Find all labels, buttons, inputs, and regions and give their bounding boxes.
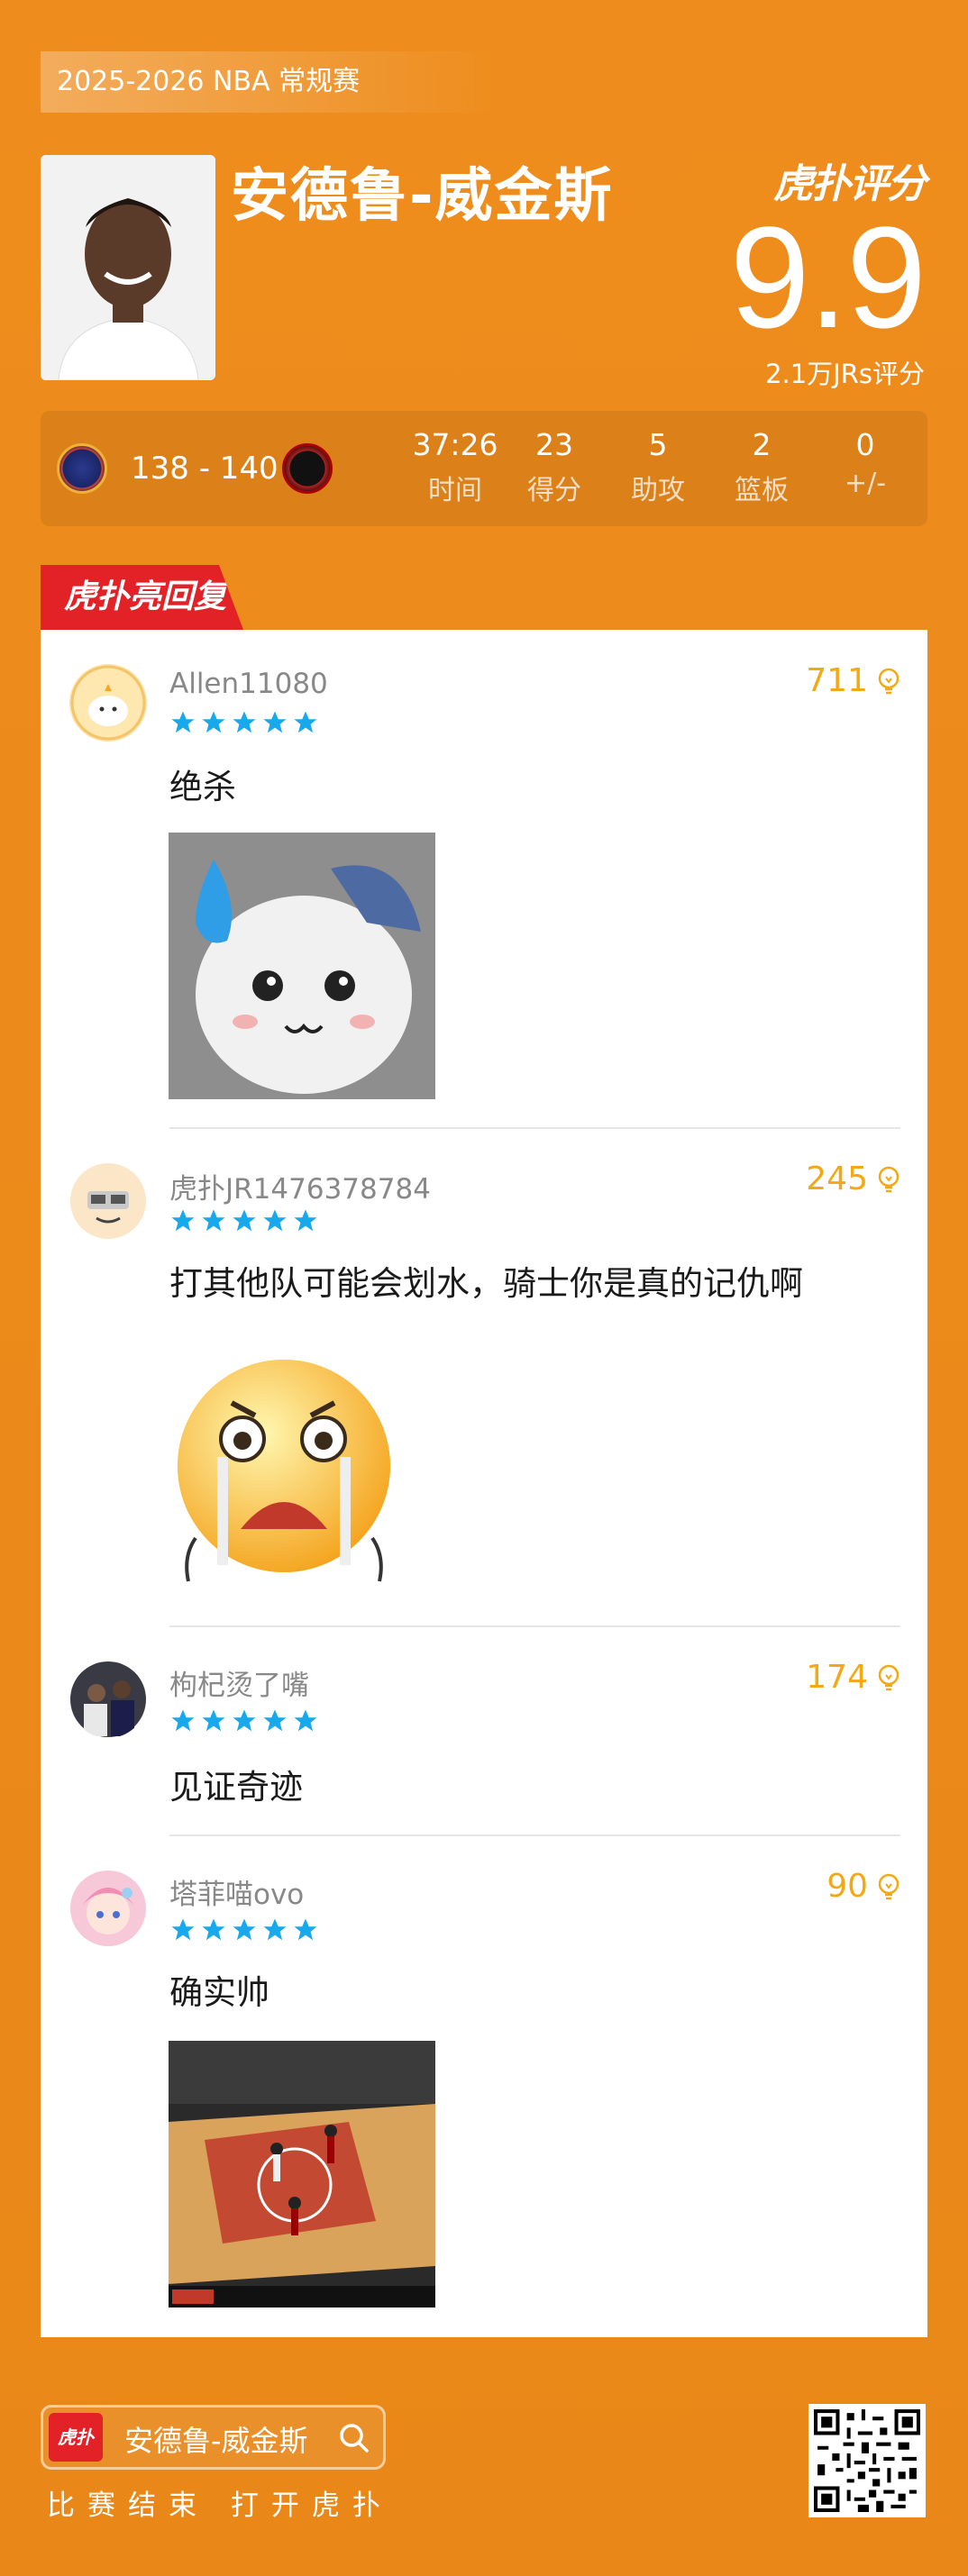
lightbulb-icon — [878, 1873, 900, 1899]
player-name: 安德鲁-威金斯 — [231, 163, 614, 230]
player-rating: 9.9 — [729, 196, 927, 358]
stat-minutes: 37:26 时间 — [412, 427, 498, 506]
avatar[interactable] — [69, 664, 147, 742]
like-count[interactable]: 711 — [806, 662, 900, 699]
stat-rebounds: 2 篮板 — [735, 427, 789, 506]
username[interactable]: 枸杞烫了嘴 — [169, 1662, 309, 1703]
qr-code[interactable] — [808, 2404, 926, 2517]
crying-emoji-sticker[interactable] — [169, 1331, 435, 1597]
comment-text: 确实帅 — [169, 1973, 269, 2012]
like-count[interactable]: 245 — [806, 1161, 900, 1197]
hupu-logo: 虎扑 — [49, 2413, 103, 2462]
cavaliers-logo-icon — [57, 443, 107, 494]
stat-assists: 5 助攻 — [631, 427, 685, 506]
rating-stars — [169, 1207, 319, 1234]
vote-count: 2.1万JRs评分 — [765, 359, 925, 389]
player-photo — [41, 155, 215, 380]
search-bar[interactable]: 虎扑 安德鲁-威金斯 — [41, 2405, 386, 2470]
username[interactable]: 虎扑JR1476378784 — [169, 1166, 431, 1206]
heat-logo-icon — [282, 443, 333, 494]
username[interactable]: Allen11080 — [169, 668, 328, 700]
game-stats-bar: 138 - 140 37:26 时间 23 得分 5 助攻 2 篮板 0 +/- — [41, 411, 927, 526]
game-video-thumbnail[interactable] — [169, 2041, 435, 2307]
avatar[interactable] — [69, 1162, 147, 1240]
lightbulb-icon — [878, 1166, 900, 1192]
open-app-tip: 比赛结束 打开虎扑 — [47, 2490, 393, 2522]
search-icon[interactable] — [338, 2422, 370, 2454]
comment-text: 绝杀 — [169, 768, 236, 806]
stat-plus-minus: 0 +/- — [844, 427, 887, 499]
divider — [169, 1834, 900, 1836]
username[interactable]: 塔菲喵ovo — [169, 1871, 304, 1912]
sticker-image[interactable] — [169, 833, 435, 1099]
comment-text: 打其他队可能会划水，骑士你是真的记仇啊 — [169, 1264, 803, 1303]
like-count[interactable]: 174 — [806, 1659, 900, 1696]
lightbulb-icon — [878, 1664, 900, 1690]
season-label: 2025-2026 NBA 常规赛 — [41, 51, 500, 113]
search-player-name: 安德鲁-威金斯 — [124, 2424, 308, 2458]
game-score: 138 - 140 — [131, 451, 279, 487]
comments-panel: Allen11080 711 绝杀 虎扑JR1476378784 245 打其他… — [41, 630, 927, 2337]
avatar[interactable] — [69, 1661, 147, 1738]
rating-stars — [169, 1916, 319, 1943]
like-count[interactable]: 90 — [826, 1868, 900, 1905]
divider — [169, 1625, 900, 1627]
avatar[interactable] — [69, 1870, 147, 1947]
highlight-replies-tag: 虎扑亮回复 — [41, 565, 243, 630]
rating-stars — [169, 1707, 319, 1734]
comment-text: 见证奇迹 — [169, 1768, 303, 1807]
stat-points: 23 得分 — [527, 427, 581, 506]
rating-stars — [169, 709, 319, 736]
divider — [169, 1127, 900, 1129]
lightbulb-icon — [878, 668, 900, 694]
